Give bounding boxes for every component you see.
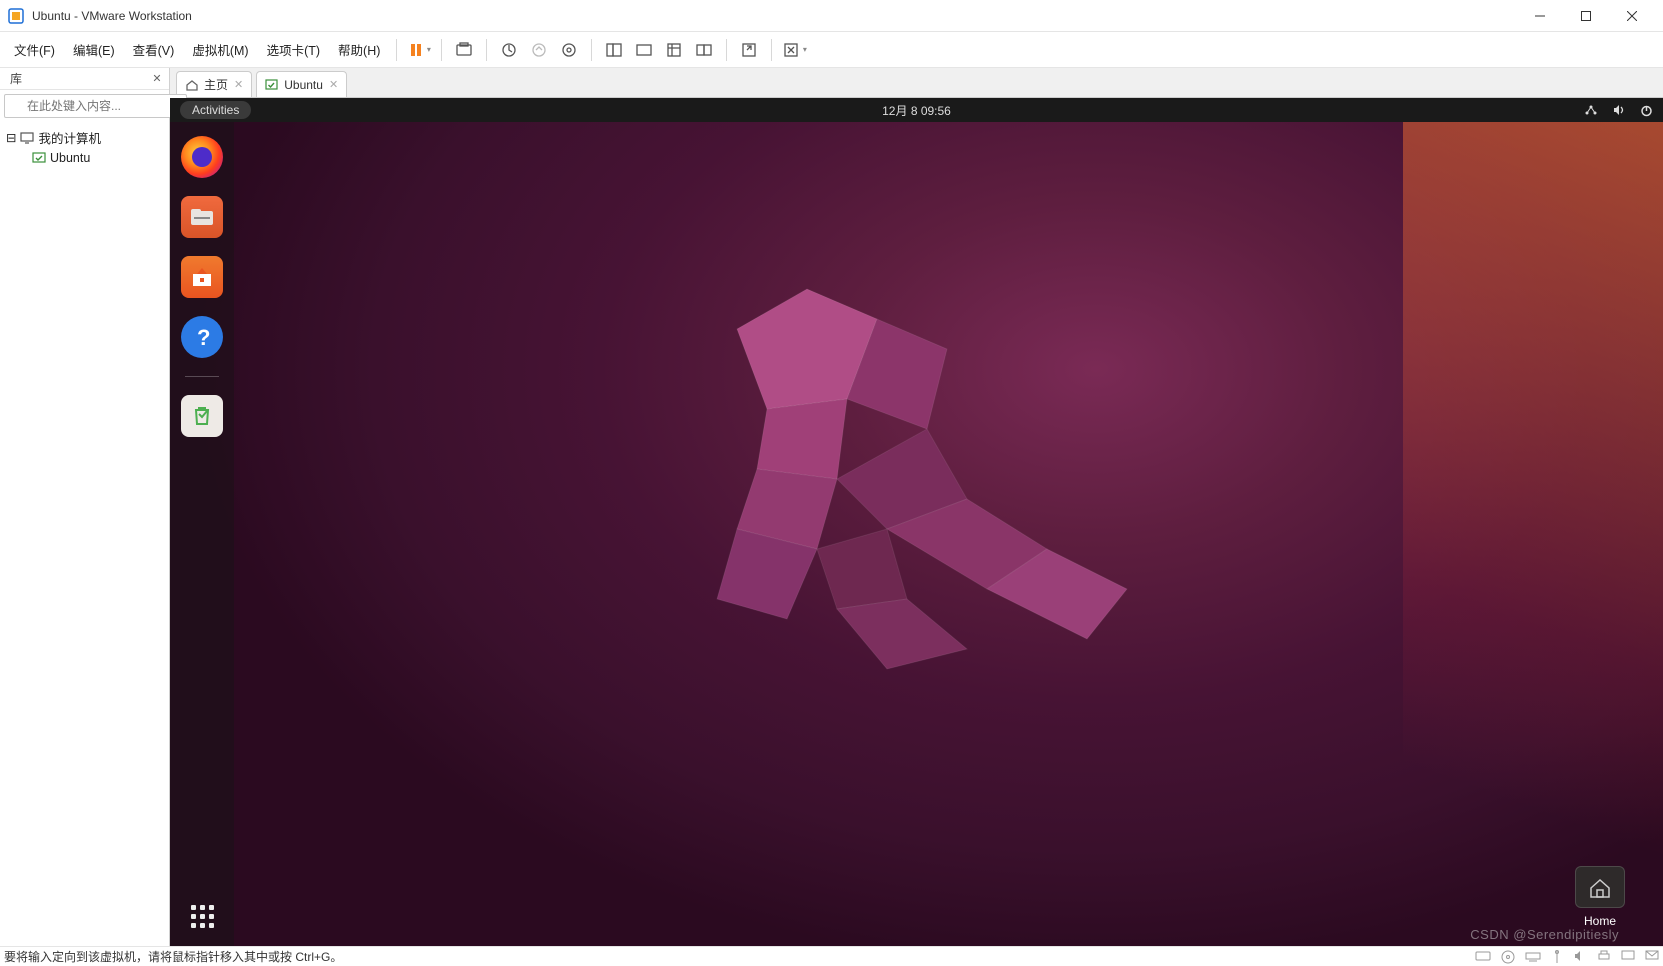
guest-viewport[interactable]: Activities 12月 8 09:56	[170, 98, 1663, 946]
tab-close-icon[interactable]: ✕	[234, 78, 243, 91]
pause-button[interactable]	[405, 36, 433, 64]
dock-files[interactable]	[181, 196, 223, 238]
menu-help[interactable]: 帮助(H)	[330, 34, 388, 65]
separator	[396, 39, 397, 61]
collapse-icon: ⊟	[6, 130, 16, 145]
view-console-button[interactable]	[600, 36, 628, 64]
statusbar: 要将输入定向到该虚拟机，请将鼠标指针移入其中或按 Ctrl+G。	[0, 946, 1663, 966]
tree-root-my-computer[interactable]: ⊟ 我的计算机	[6, 126, 163, 149]
separator	[486, 39, 487, 61]
device-net-icon[interactable]	[1525, 950, 1541, 964]
vm-icon	[265, 79, 278, 91]
menu-file[interactable]: 文件(F)	[6, 34, 63, 65]
separator	[591, 39, 592, 61]
tab-home[interactable]: 主页 ✕	[176, 71, 252, 97]
tree-root-label: 我的计算机	[38, 128, 101, 147]
main-split: 库 ✕ ▾ ⊟ 我的计算机 Ubuntu 主	[0, 68, 1663, 946]
sidebar-search: ▾	[0, 90, 169, 122]
device-usb-icon[interactable]	[1551, 950, 1563, 964]
gnome-dock: ?	[170, 122, 234, 946]
dock-trash[interactable]	[181, 395, 223, 437]
unity-button[interactable]	[690, 36, 718, 64]
tab-close-icon[interactable]: ✕	[329, 78, 338, 91]
separator	[771, 39, 772, 61]
vm-icon	[32, 152, 46, 164]
window-title: Ubuntu - VMware Workstation	[32, 9, 192, 23]
separator	[441, 39, 442, 61]
volume-icon	[1612, 104, 1626, 116]
tab-strip: 主页 ✕ Ubuntu ✕	[170, 68, 1663, 98]
power-icon	[1640, 104, 1653, 117]
separator	[726, 39, 727, 61]
tab-home-label: 主页	[204, 76, 228, 93]
maximize-button[interactable]	[1563, 0, 1609, 32]
tree-item-label: Ubuntu	[50, 151, 90, 165]
titlebar: Ubuntu - VMware Workstation	[0, 0, 1663, 32]
clock[interactable]: 12月 8 09:56	[882, 102, 951, 119]
dock-software[interactable]	[181, 256, 223, 298]
dock-apps-button[interactable]	[191, 905, 214, 928]
desktop-home-folder[interactable]: Home	[1575, 866, 1625, 928]
monitor-icon	[20, 132, 34, 144]
snapshot-manager-button[interactable]	[555, 36, 583, 64]
sidebar-title: 库	[10, 70, 22, 87]
device-cd-icon[interactable]	[1501, 950, 1515, 964]
device-sound-icon[interactable]	[1573, 950, 1587, 964]
gnome-top-bar: Activities 12月 8 09:56	[170, 98, 1663, 122]
library-tree: ⊟ 我的计算机 Ubuntu	[0, 122, 169, 171]
home-icon	[185, 78, 198, 91]
messages-icon[interactable]	[1645, 950, 1659, 964]
menu-tabs[interactable]: 选项卡(T)	[259, 34, 328, 65]
removable-devices	[1475, 950, 1659, 964]
network-icon	[1584, 104, 1598, 116]
status-hint: 要将输入定向到该虚拟机，请将鼠标指针移入其中或按 Ctrl+G。	[4, 948, 342, 965]
minimize-button[interactable]	[1517, 0, 1563, 32]
view-single-button[interactable]	[630, 36, 658, 64]
wallpaper-jellyfish	[587, 269, 1187, 689]
watermark: CSDN @Serendipitiesly	[1470, 927, 1619, 942]
window-controls	[1517, 0, 1655, 32]
sidebar-header: 库 ✕	[0, 68, 169, 90]
system-tray[interactable]	[1584, 104, 1653, 117]
fullscreen-button[interactable]	[660, 36, 688, 64]
dock-help[interactable]: ?	[181, 316, 223, 358]
tab-ubuntu[interactable]: Ubuntu ✕	[256, 71, 347, 97]
snapshot-button[interactable]	[450, 36, 478, 64]
device-hdd-icon[interactable]	[1475, 950, 1491, 964]
search-input[interactable]	[4, 94, 187, 118]
sidebar-close-button[interactable]: ✕	[149, 71, 165, 87]
device-display-icon[interactable]	[1621, 950, 1635, 964]
device-printer-icon[interactable]	[1597, 950, 1611, 964]
svg-text:?: ?	[197, 325, 210, 350]
tab-ubuntu-label: Ubuntu	[284, 78, 323, 92]
snapshot-revert-button[interactable]	[525, 36, 553, 64]
menu-vm[interactable]: 虚拟机(M)	[184, 34, 256, 65]
close-button[interactable]	[1609, 0, 1655, 32]
desktop-home-label: Home	[1575, 914, 1625, 928]
snapshot-take-button[interactable]	[495, 36, 523, 64]
tree-item-ubuntu[interactable]: Ubuntu	[32, 149, 163, 167]
activities-button[interactable]: Activities	[180, 101, 251, 119]
menu-edit[interactable]: 编辑(E)	[65, 34, 123, 65]
menubar: 文件(F) 编辑(E) 查看(V) 虚拟机(M) 选项卡(T) 帮助(H)	[0, 32, 1663, 68]
vmware-logo-icon	[8, 8, 24, 24]
library-sidebar: 库 ✕ ▾ ⊟ 我的计算机 Ubuntu	[0, 68, 170, 946]
folder-home-icon	[1575, 866, 1625, 908]
dock-divider	[185, 376, 219, 377]
desktop-wallpaper[interactable]: ?	[170, 122, 1663, 946]
stretch-button[interactable]	[780, 36, 808, 64]
menu-view[interactable]: 查看(V)	[125, 34, 183, 65]
enter-fullscreen-button[interactable]	[735, 36, 763, 64]
content-area: 主页 ✕ Ubuntu ✕ Activities 12月 8 09:56	[170, 68, 1663, 946]
dock-firefox[interactable]	[181, 136, 223, 178]
